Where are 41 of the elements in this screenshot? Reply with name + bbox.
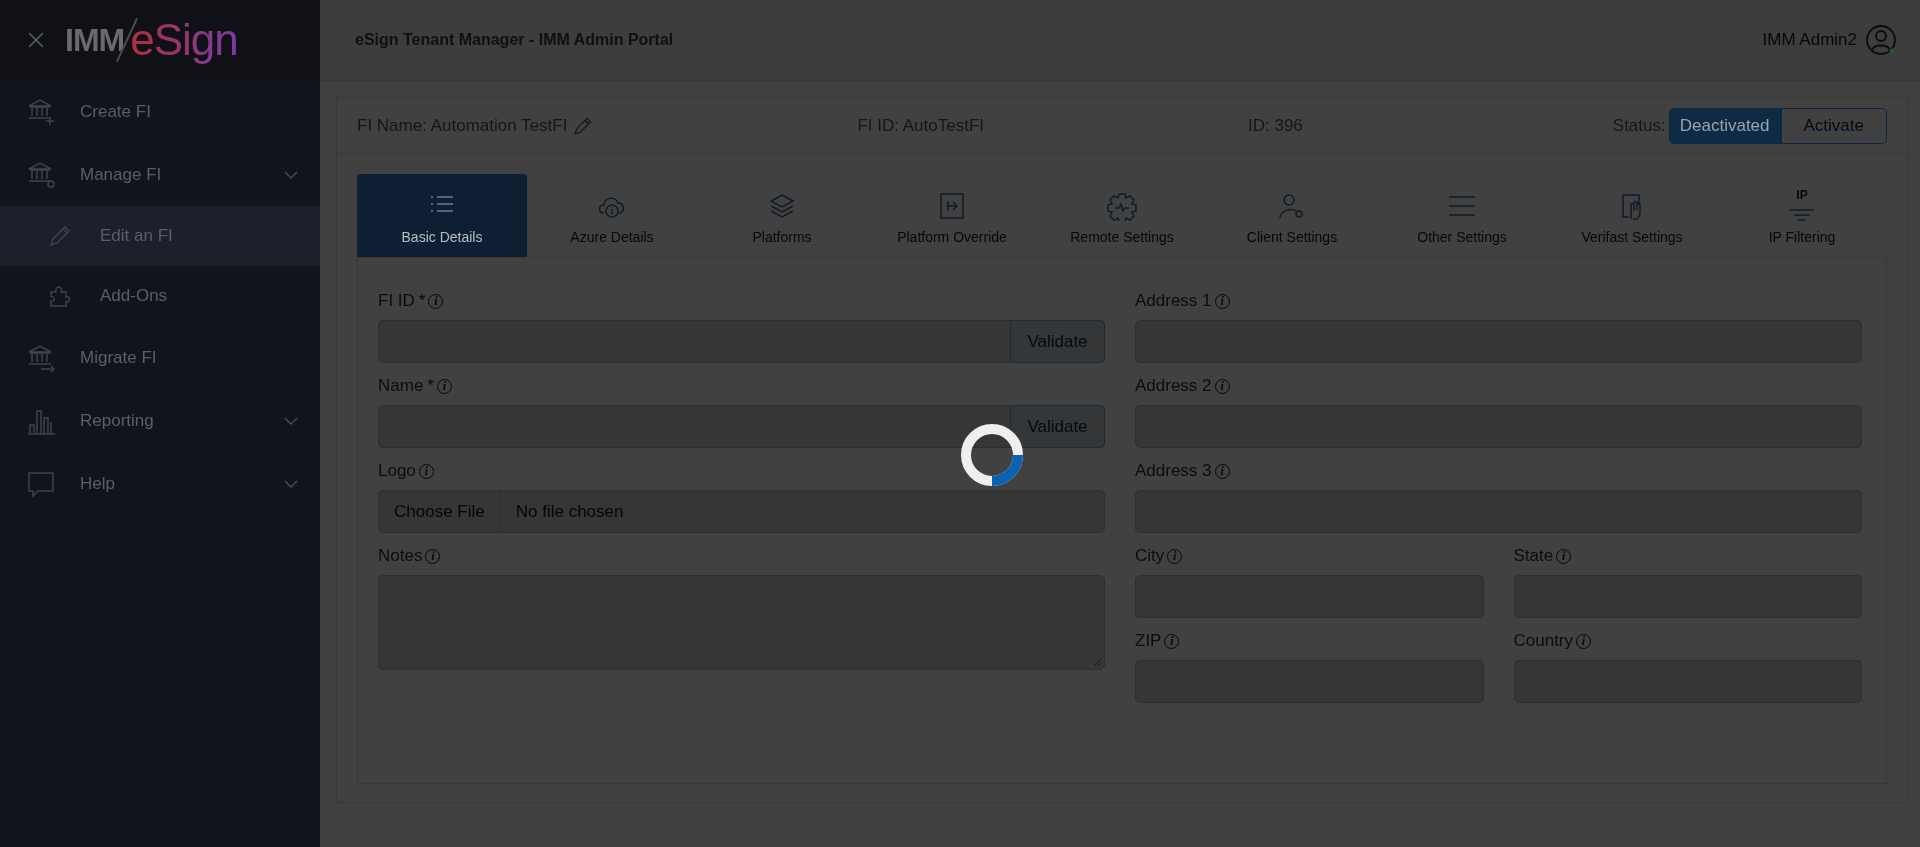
bank-icon [26, 159, 56, 190]
status-toggle[interactable]: Activate [1780, 107, 1887, 144]
status-toggle[interactable]: Deactivated [1668, 107, 1781, 144]
tab[interactable]: Client Settings [1207, 174, 1377, 257]
tab[interactable]: Remote Settings [1037, 174, 1207, 257]
chevron-icon [284, 479, 298, 488]
user-avatar-icon[interactable] [1865, 24, 1897, 56]
required-mark: * [418, 291, 426, 311]
nav-label: Manage FI [80, 164, 163, 185]
nav-item[interactable]: Reporting [0, 389, 320, 452]
bank-icon [26, 342, 56, 373]
tab[interactable]: IP IP Filtering [1717, 174, 1887, 257]
nav-label: Create FI [80, 101, 152, 122]
tab[interactable]: Other Settings [1377, 174, 1547, 257]
tab[interactable]: Azure Details [527, 174, 697, 257]
nav-item[interactable]: Help [0, 452, 320, 515]
sub-nav-item[interactable]: Add-Ons [0, 266, 320, 326]
bank-icon [26, 96, 56, 127]
gear-icon [1105, 191, 1139, 221]
nav-label: Migrate FI [80, 347, 158, 368]
chevron-icon [284, 416, 298, 425]
tab[interactable]: Platform Override [867, 174, 1037, 257]
tab[interactable]: Platforms [697, 174, 867, 257]
pencil-icon[interactable] [573, 115, 594, 136]
tab[interactable]: Verifast Settings [1547, 174, 1717, 257]
nav-item[interactable]: Manage FI [0, 143, 320, 206]
nav-label: Help [80, 473, 116, 494]
puzzle-icon [48, 284, 72, 308]
nav-item[interactable]: Create FI [0, 80, 320, 143]
sub-nav-item[interactable]: Edit an FI [0, 206, 320, 266]
ground-lines-icon [1789, 209, 1815, 221]
resize-handle-icon[interactable] [1092, 657, 1102, 667]
nav-item[interactable]: Migrate FI [0, 326, 320, 389]
close-icon[interactable] [27, 31, 45, 49]
nav-label: Reporting [80, 410, 155, 431]
tab[interactable]: Basic Details [357, 174, 527, 257]
required-mark: * [427, 376, 434, 396]
chevron-icon [284, 170, 298, 179]
loading-spinner-icon [959, 422, 1025, 488]
notes-field[interactable] [378, 575, 1105, 670]
pencil-icon [48, 224, 72, 248]
